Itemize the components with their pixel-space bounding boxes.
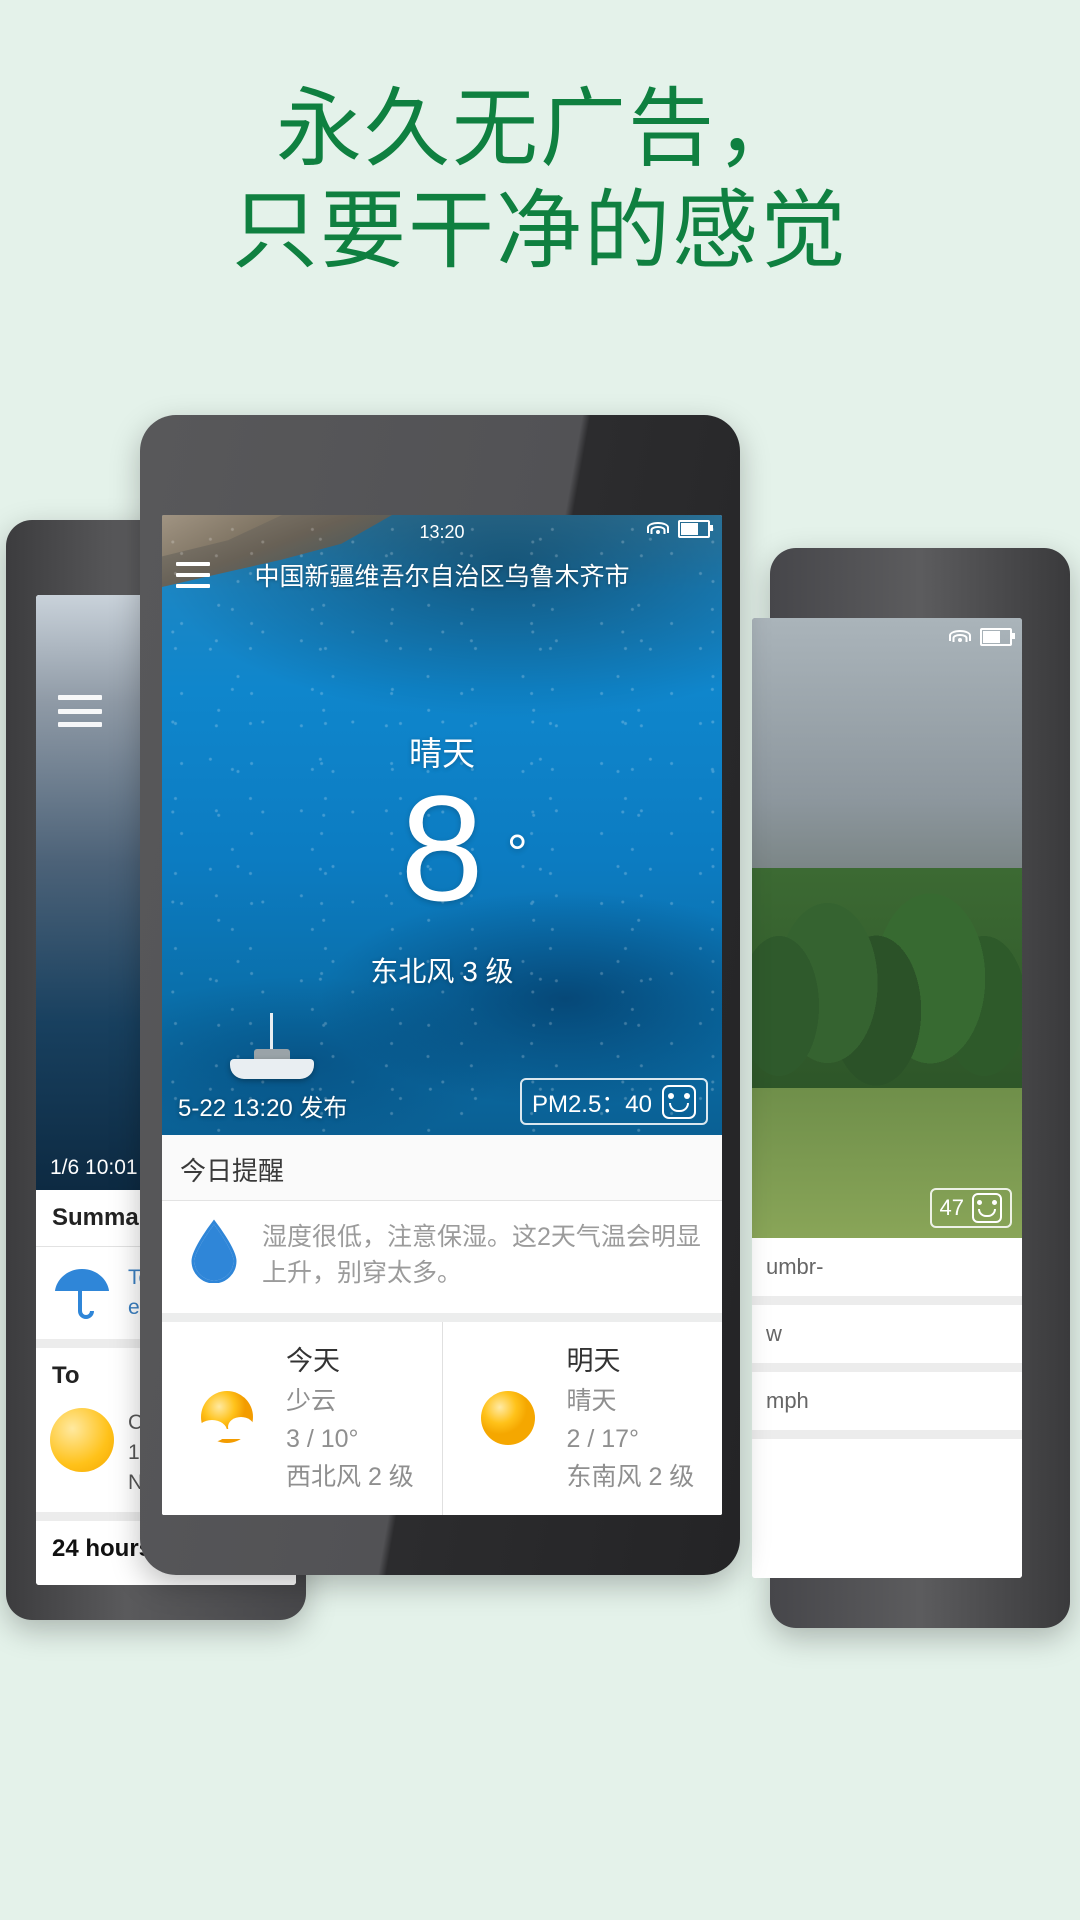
battery-icon <box>678 520 713 538</box>
today-tip-text: 湿度很低，注意保湿。这2天气温会明显上升，别穿太多。 <box>262 1223 701 1287</box>
published-time: 5-22 13:20 发布 <box>178 1095 348 1122</box>
forecast-tomorrow-title: 明天 <box>566 1346 621 1376</box>
current-temperature-wrap: 8 ° <box>162 773 722 923</box>
right-line-3: mph <box>752 1372 1022 1439</box>
today-tip-title: 今日提醒 <box>162 1135 722 1201</box>
wifi-icon <box>949 630 971 644</box>
forecast-day-today[interactable]: 今天 少云 3 / 10° 西北风 2 级 <box>162 1322 442 1515</box>
temperature-value: 8 <box>400 764 484 932</box>
weather-hero: 13:20 中国新疆维吾尔自治区乌鲁木齐市 晴天 8 ° 东北风 3 级 5-22… <box>162 515 722 1135</box>
forecast-tomorrow-condition: 晴天 <box>566 1387 617 1415</box>
forecast-today-temps: 3 / 10° <box>286 1425 359 1453</box>
umbrella-icon <box>55 1269 109 1319</box>
smiley-face-icon <box>662 1084 696 1119</box>
forecast-today-wind: 西北风 2 级 <box>286 1463 414 1491</box>
battery-icon <box>980 628 1015 646</box>
wifi-icon <box>647 522 669 536</box>
forecast-day-tomorrow[interactable]: 明天 晴天 2 / 17° 东南风 2 级 <box>441 1322 723 1515</box>
headline-line-2: 只要干净的感觉 <box>232 183 848 279</box>
degree-symbol: ° <box>506 825 528 883</box>
promo-headline: 永久无广告， 只要干净的感觉 <box>0 78 1080 282</box>
right-line-1: umbr- <box>752 1238 1022 1305</box>
forecast-today-condition: 少云 <box>286 1387 337 1415</box>
right-line-2: w <box>752 1305 1022 1372</box>
sailboat-icon <box>224 1013 320 1087</box>
today-tip-section: 今日提醒 湿度很低，注意保湿。这2天气温会明显上升，别穿太多。 <box>162 1135 722 1313</box>
right-hero: 47 <box>752 618 1022 1238</box>
location-title[interactable]: 中国新疆维吾尔自治区乌鲁木齐市 <box>210 557 674 593</box>
right-phone-mockup: 47 umbr- w mph <box>752 548 1070 1628</box>
water-drop-icon <box>188 1219 240 1283</box>
headline-line-1: 永久无广告， <box>276 81 804 177</box>
right-phone-screen: 47 umbr- w mph <box>752 618 1022 1578</box>
trees-background <box>752 868 1022 1098</box>
right-status-bar <box>949 628 1015 646</box>
sun-icon <box>50 1408 114 1472</box>
center-phone-screen: 13:20 中国新疆维吾尔自治区乌鲁木齐市 晴天 8 ° 东北风 3 级 5-22… <box>162 515 722 1515</box>
pm25-label: PM2.5：40 <box>531 1091 652 1118</box>
forecast-today-title: 今天 <box>286 1346 340 1376</box>
app-bar: 中国新疆维吾尔自治区乌鲁木齐市 <box>162 549 722 599</box>
pm25-badge[interactable]: PM2.5：40 <box>519 1078 708 1125</box>
status-time: 13:20 <box>419 521 465 542</box>
right-pm-badge[interactable]: 47 <box>929 1188 1012 1228</box>
sun-behind-cloud-icon <box>188 1379 266 1457</box>
smiley-face-icon <box>972 1193 1002 1223</box>
today-tip-row[interactable]: 湿度很低，注意保湿。这2天气温会明显上升，别穿太多。 <box>162 1201 722 1313</box>
right-pm-label: 47 <box>939 1195 964 1220</box>
current-wind: 东北风 3 级 <box>370 956 514 987</box>
hamburger-menu-icon[interactable] <box>176 562 210 588</box>
forecast-tomorrow-wind: 东南风 2 级 <box>566 1463 695 1491</box>
hamburger-menu-icon[interactable] <box>58 695 102 727</box>
forecast-tomorrow-temps: 2 / 17° <box>566 1425 640 1453</box>
current-temperature: 8 ° <box>400 773 527 923</box>
status-bar: 13:20 <box>162 515 722 549</box>
center-phone-mockup: 13:20 中国新疆维吾尔自治区乌鲁木齐市 晴天 8 ° 东北风 3 级 5-22… <box>140 415 740 1575</box>
sun-icon <box>469 1379 547 1457</box>
two-day-forecast: 今天 少云 3 / 10° 西北风 2 级 明天 晴天 2 / 17° 东南风 … <box>162 1313 722 1515</box>
